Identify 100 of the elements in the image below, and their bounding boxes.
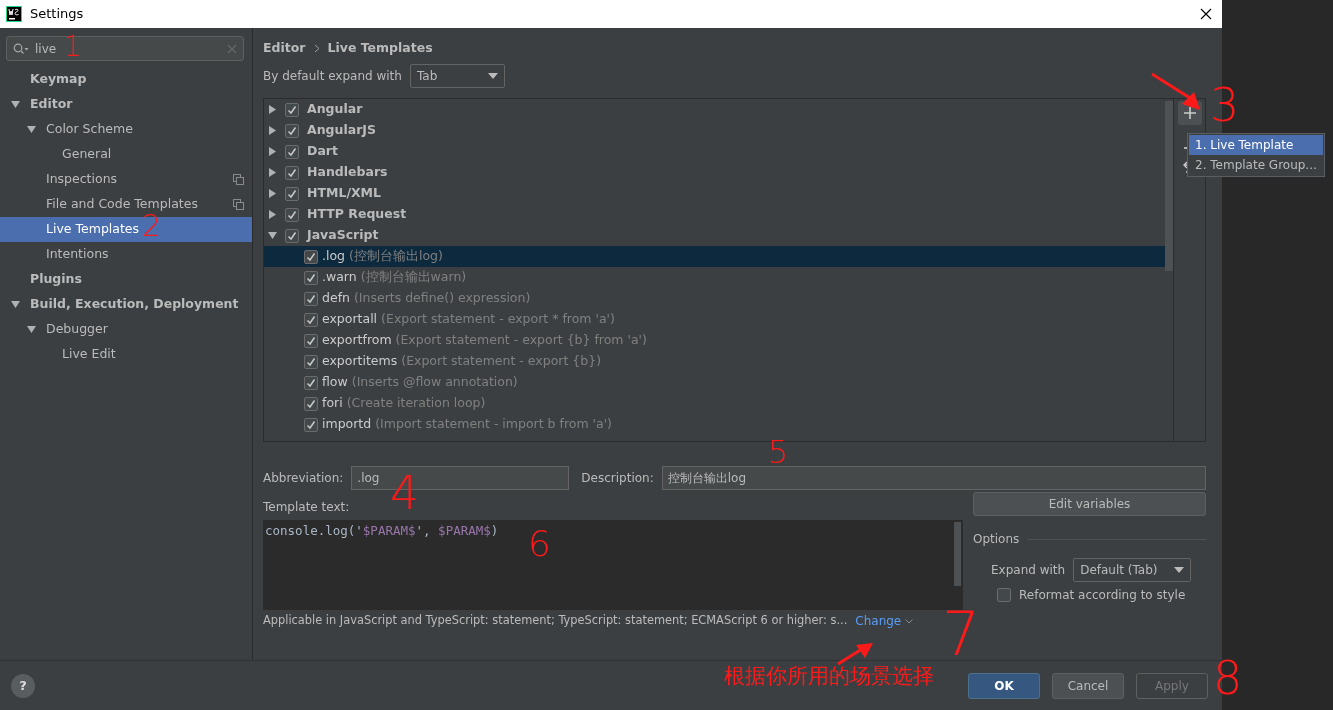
template-description: (Inserts define() expression) [353,289,531,308]
tree-item[interactable]: Editor [0,92,252,117]
tree-item[interactable]: Intentions [0,242,252,267]
group-name[interactable]: HTTP Request [307,205,407,224]
tree-label: Live Templates [46,220,140,239]
template-row[interactable]: .warn (控制台输出warn) [264,267,1165,288]
group-name[interactable]: Dart [307,142,338,161]
expand-arrow-icon[interactable] [268,210,277,219]
ok-button[interactable]: OK [968,672,1040,699]
checkbox[interactable] [304,354,318,369]
breadcrumb-item[interactable]: Live Templates [327,38,433,58]
annotation-number: 5 [768,436,789,468]
group-name[interactable]: JavaScript [307,226,379,245]
field-label: By default expand with [263,68,402,85]
template-abbreviation: importd [322,415,372,434]
menu-item[interactable]: 2. Template Group... [1189,155,1323,175]
window-title: Settings [30,5,84,24]
checkbox[interactable] [285,144,299,159]
expand-arrow-icon[interactable] [268,231,277,240]
tree-label: Keymap [30,70,87,89]
expand-arrow-icon[interactable] [26,125,36,134]
field-label: Expand with [991,562,1066,579]
checkbox[interactable] [285,207,299,222]
checkbox[interactable] [304,417,318,432]
tree-item[interactable]: General [0,142,252,167]
app-logo-icon [6,6,22,22]
group-name[interactable]: Handlebars [307,163,388,182]
checkbox-label[interactable]: Reformat according to style [1019,586,1186,604]
breadcrumb-item[interactable]: Editor [263,38,306,58]
tree-label: Plugins [30,270,82,289]
plus-icon [1183,107,1196,119]
template-abbreviation: fori [322,394,343,413]
tree-label: Live Edit [62,345,116,364]
checkbox[interactable] [304,333,318,348]
checkbox[interactable] [997,588,1011,602]
tree-item[interactable]: Debugger [0,317,252,342]
scrollbar[interactable] [1165,101,1173,271]
code-line: console.log('$PARAM$', $PARAM$) [265,522,499,540]
checkbox[interactable] [304,249,318,264]
template-abbreviation: defn [322,289,350,308]
tree-item[interactable]: Inspections [0,167,252,192]
checkbox[interactable] [304,375,318,390]
template-row[interactable]: exportfrom (Export statement - export {b} from 'a') [264,330,1165,351]
checkbox[interactable] [304,270,318,285]
tree-label: Build, Execution, Deployment [30,295,239,314]
expand-arrow-icon[interactable] [268,168,277,177]
template-row[interactable]: defn (Inserts define() expression) [264,288,1165,309]
template-row[interactable]: exportall (Export statement - export * from 'a') [264,309,1165,330]
template-description: (Import statement - import b from 'a') [375,415,612,434]
checkbox[interactable] [285,165,299,180]
tree-item[interactable]: Live Edit [0,342,252,367]
expand-arrow-icon[interactable] [268,189,277,198]
expand-arrow-icon[interactable] [10,100,20,109]
change-link[interactable]: Change [855,612,914,630]
template-abbreviation: .log [322,247,346,266]
template-row[interactable]: exportitems (Export statement - export {b}) [264,351,1165,372]
description-field[interactable]: 控制台输出log [661,466,1206,490]
dropdown[interactable]: Default (Tab) [1073,558,1192,582]
tree-item[interactable]: Plugins [0,267,252,292]
scrollbar[interactable] [954,522,961,586]
template-abbreviation: flow [322,373,348,392]
checkbox[interactable] [285,123,299,138]
checkbox[interactable] [285,228,299,243]
dropdown[interactable]: Tab [409,64,505,88]
tree-item[interactable]: Keymap [0,67,252,92]
checkbox[interactable] [304,291,318,306]
group-name[interactable]: AngularJS [307,121,376,140]
template-abbreviation: exportfrom [322,331,392,350]
field-label: Description: [581,470,654,487]
dialog-button[interactable]: Cancel [1052,672,1124,699]
group-name[interactable]: Angular [307,100,363,119]
expand-arrow-icon[interactable] [268,147,277,156]
checkbox[interactable] [304,396,318,411]
template-row[interactable]: importd (Import statement - import b from 'a') [264,414,1165,435]
template-row[interactable]: .log (控制台输出log) [264,246,1165,267]
edit-variables-button[interactable]: Edit variables [973,492,1206,516]
tree-item[interactable]: Build, Execution, Deployment [0,292,252,317]
group-name[interactable]: HTML/XML [307,184,381,203]
checkbox[interactable] [285,102,299,117]
caret-icon [1174,567,1185,573]
chevron-icon [905,618,914,624]
expand-arrow-icon[interactable] [10,300,20,309]
template-row[interactable]: flow (Inserts @flow annotation) [264,372,1165,393]
close-icon[interactable] [1200,8,1212,20]
menu-item[interactable]: 1. Live Template [1189,135,1323,155]
template-description: (控制台输出log) [349,247,443,266]
expand-arrow-icon[interactable] [268,126,277,135]
expand-arrow-icon[interactable] [268,105,277,114]
template-row[interactable]: fori (Create iteration loop) [264,393,1165,414]
expand-arrow-icon[interactable] [26,325,36,334]
tree-item[interactable]: Color Scheme [0,117,252,142]
chevron-icon [313,43,320,53]
tree-label: Editor [30,95,73,114]
tree-label: Intentions [46,245,109,264]
checkbox[interactable] [285,186,299,201]
annotation-arrow [1150,72,1202,112]
help-button[interactable]: ? [11,673,35,698]
annotation-arrow [836,640,874,666]
template-abbreviation: exportitems [322,352,398,371]
checkbox[interactable] [304,312,318,327]
